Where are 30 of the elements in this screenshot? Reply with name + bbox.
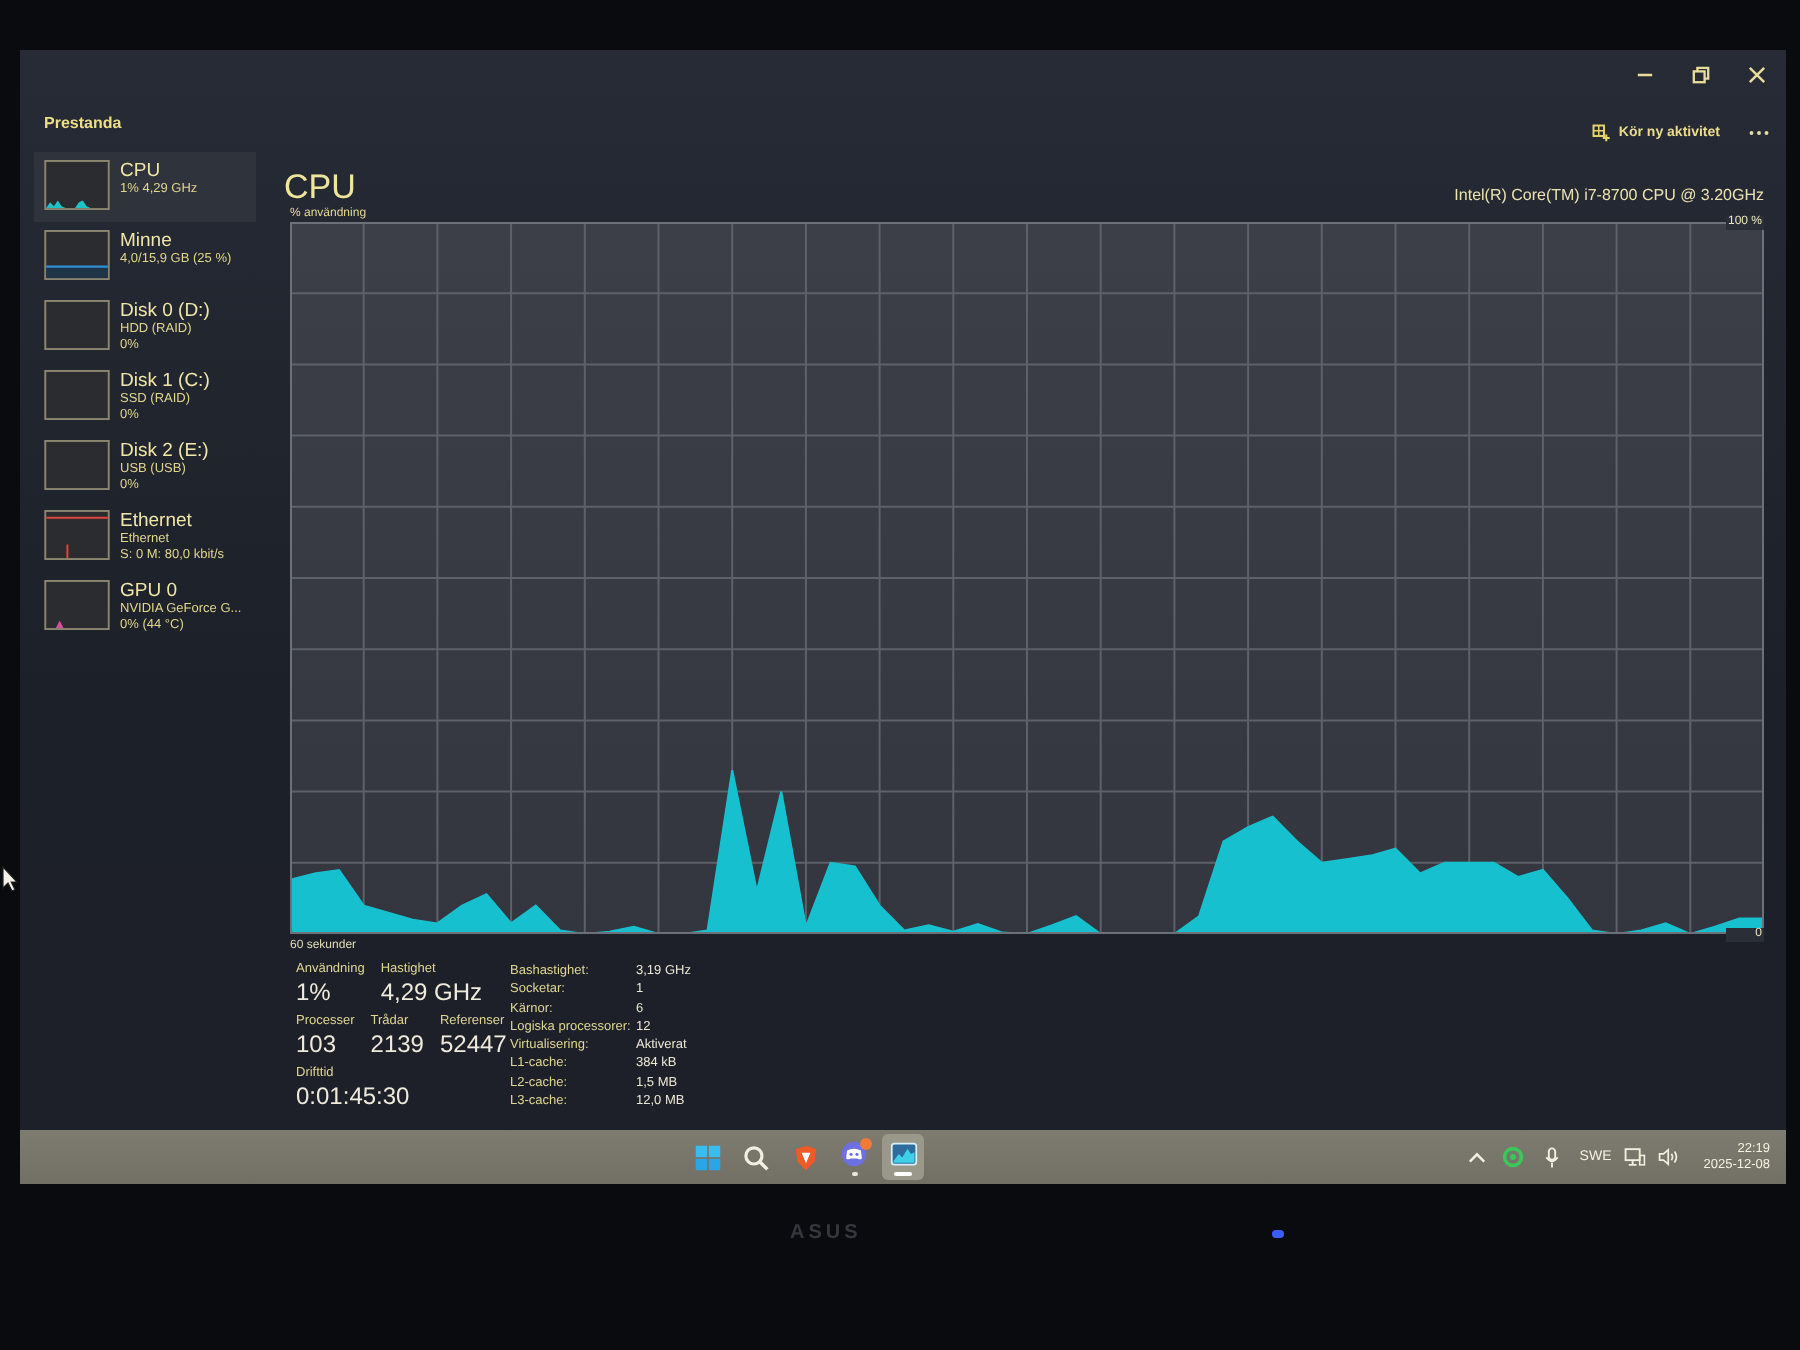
- mini-graph: [44, 440, 110, 490]
- processor-name: Intel(R) Core(TM) i7-8700 CPU @ 3.20GHz: [1454, 186, 1764, 204]
- taskbar-button[interactable]: [882, 1134, 924, 1180]
- mini-graph: [44, 300, 110, 350]
- panel-title: CPU: [284, 170, 356, 206]
- power-light-icon: [1271, 1230, 1284, 1238]
- mouse-pointer-icon: [2, 866, 18, 892]
- restore-icon: [1691, 65, 1709, 83]
- new-task-icon: [1592, 124, 1611, 142]
- app-title: Prestanda: [44, 114, 122, 132]
- stat-value: 0:01:45:30: [296, 1082, 410, 1110]
- speaker-icon[interactable]: [1657, 1146, 1680, 1168]
- ring-icon[interactable]: [1501, 1146, 1524, 1168]
- stat-value: 4,29 GHz: [380, 978, 483, 1006]
- stat-value: 52447: [439, 1030, 507, 1058]
- show-hidden-icons-button[interactable]: [1463, 1147, 1490, 1167]
- stat-value: 2139: [370, 1030, 424, 1058]
- more-icon: [1748, 130, 1770, 136]
- close-icon: [1747, 65, 1765, 83]
- stat-value: 1%: [296, 978, 333, 1006]
- microphone-icon[interactable]: [1543, 1145, 1560, 1169]
- shield-icon: [791, 1143, 819, 1171]
- graph-icon: [889, 1139, 917, 1167]
- four-squares-icon: [693, 1143, 721, 1171]
- search-icon: [742, 1143, 770, 1171]
- chevron-up-icon: [1467, 1151, 1486, 1163]
- game-controller-icon: [840, 1139, 868, 1167]
- monitor-icon[interactable]: [1623, 1146, 1646, 1168]
- mini-graph: [44, 370, 110, 420]
- stat-value: 103: [296, 1030, 339, 1058]
